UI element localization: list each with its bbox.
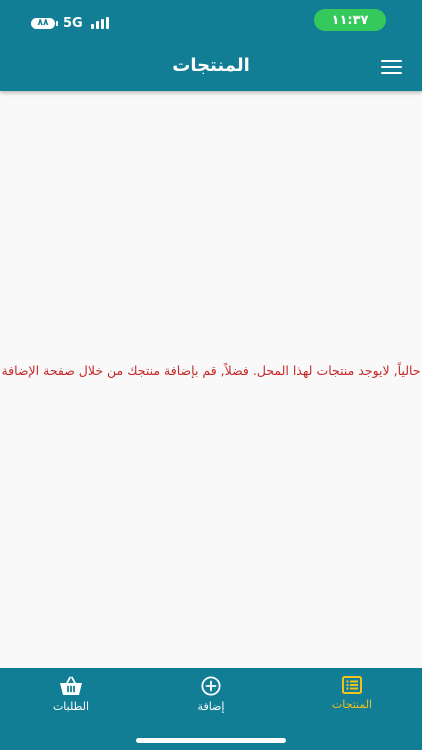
- hamburger-menu-icon[interactable]: [381, 60, 402, 74]
- basket-icon: [60, 676, 82, 695]
- bottom-navigation: الطلبات إضافة المنتجات: [0, 668, 422, 750]
- home-indicator[interactable]: [136, 738, 286, 743]
- tab-products[interactable]: المنتجات: [302, 676, 402, 711]
- status-time: ١١:٣٧: [314, 9, 386, 31]
- plus-circle-icon: [201, 676, 221, 696]
- network-type: 5G: [63, 15, 83, 31]
- signal-icon: [90, 17, 109, 29]
- list-icon: [342, 676, 362, 694]
- battery-icon: ٨٨: [31, 17, 58, 29]
- tab-products-label: المنتجات: [331, 698, 373, 711]
- tab-add[interactable]: إضافة: [161, 676, 261, 713]
- tab-orders[interactable]: الطلبات: [21, 676, 121, 713]
- battery-level: ٨٨: [37, 18, 49, 28]
- tab-add-label: إضافة: [197, 700, 225, 713]
- tab-orders-label: الطلبات: [52, 700, 90, 713]
- status-time-text: ١١:٣٧: [331, 12, 369, 28]
- empty-products-message: حالياً, لايوجد منتجات لهذا المحل. فضلاً,…: [1, 363, 421, 378]
- page-title: المنتجات: [172, 55, 250, 76]
- top-app-bar: ٨٨ 5G ١١:٣٧ المنتجات: [0, 0, 422, 91]
- status-bar-left: ٨٨ 5G: [31, 14, 109, 32]
